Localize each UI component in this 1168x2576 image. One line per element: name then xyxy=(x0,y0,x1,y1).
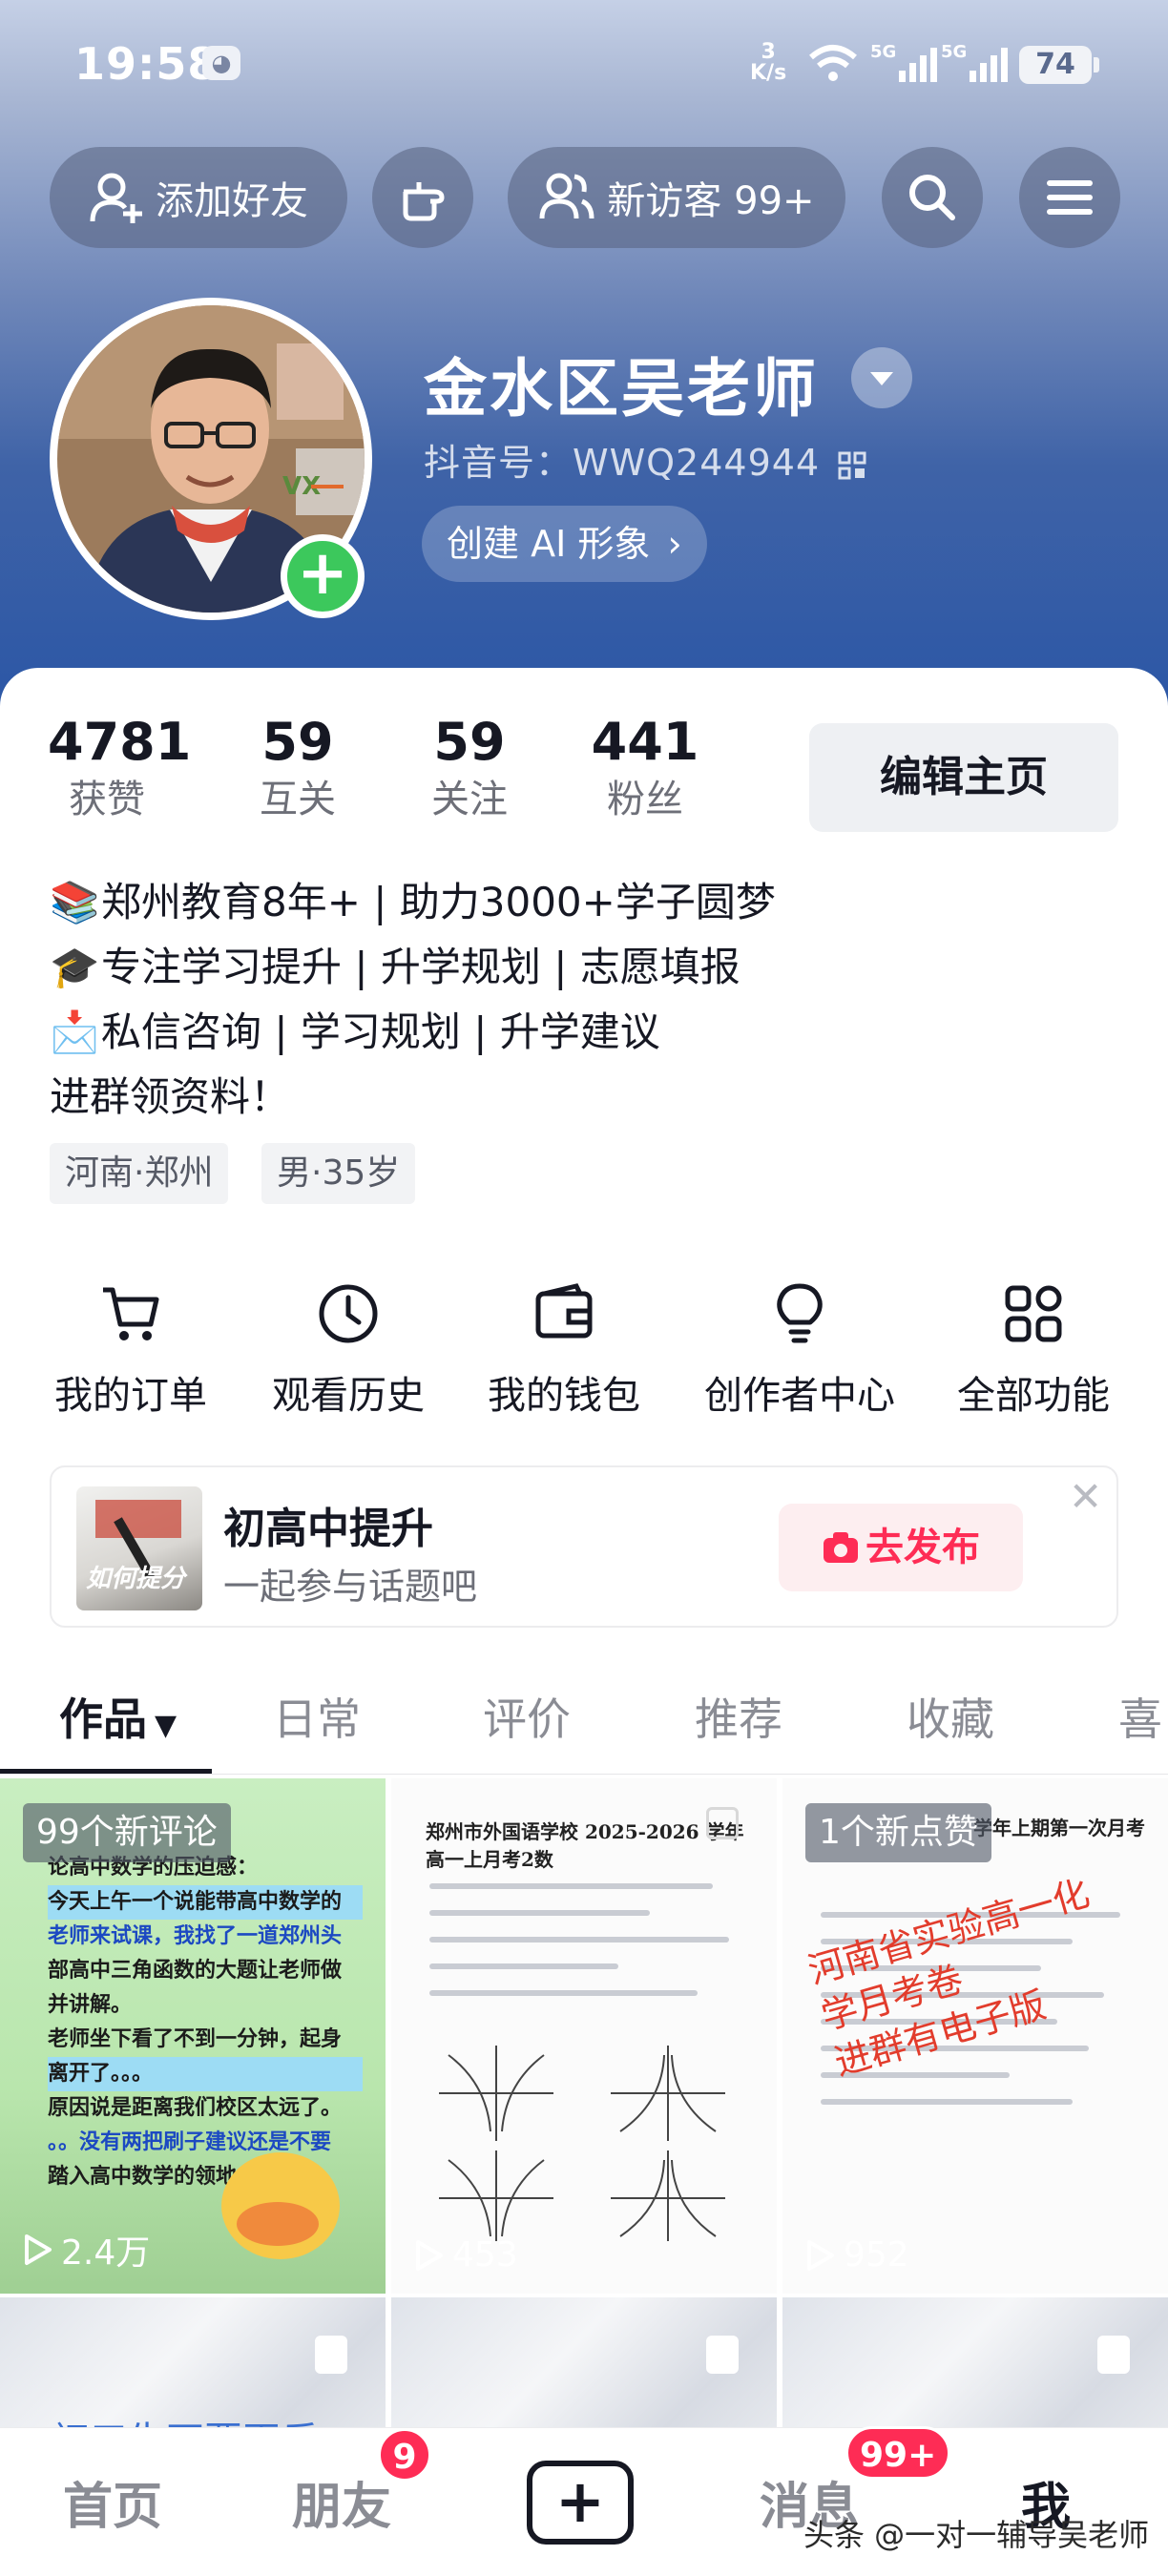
battery-indicator: 74 xyxy=(1019,46,1099,84)
books-icon: 📚 xyxy=(50,879,100,925)
add-avatar-button[interactable]: + xyxy=(281,534,365,618)
svg-text:5G: 5G xyxy=(870,42,896,62)
signal-5g-icon: 5G xyxy=(870,42,937,82)
nav-home[interactable]: 首页 xyxy=(63,2466,162,2538)
view-count: 453 xyxy=(412,2235,518,2275)
doc-icon xyxy=(706,2336,739,2374)
video-tile[interactable]: 论高中数学的压迫感： 今天上午一个说能带高中数学的 老师来试课，我找了一道郑州头… xyxy=(0,1778,386,2294)
status-bar: 19:58 ◕ 3 K/s 5G 5G 74 xyxy=(0,0,1168,134)
bio-line-2: 🎓专注学习提升 | 升学规划 | 志愿填报 xyxy=(50,939,740,996)
exam-doc-title: 学年上期第一次月考 xyxy=(973,1817,1145,1839)
creator-center-button[interactable]: 创作者中心 xyxy=(695,1280,905,1420)
menu-button[interactable] xyxy=(1019,147,1120,248)
qr-code-icon[interactable] xyxy=(838,451,866,480)
visitors-icon xyxy=(539,173,594,219)
wifi-icon xyxy=(809,45,857,81)
network-speed: 3 K/s xyxy=(750,40,787,85)
menu-icon xyxy=(1047,180,1093,215)
new-likes-badge: 1个新点赞 xyxy=(805,1803,991,1862)
topic-thumbnail: 如何提分 xyxy=(76,1486,202,1610)
all-functions-button[interactable]: 全部功能 xyxy=(945,1280,1122,1420)
exam-doc-title: 郑州市外国语学校 2025-2026 学年高一上月考2数 xyxy=(426,1820,744,1871)
close-icon[interactable]: ✕ xyxy=(1069,1473,1102,1520)
video-tile[interactable]: 学年上期第一次月考 河南省实验高一化 学月考卷 进群有电子版 1个新点赞 952 xyxy=(782,1778,1168,2294)
stat-followers[interactable]: 441 粉丝 xyxy=(586,712,704,826)
tab-recommend[interactable]: 推荐 xyxy=(695,1685,782,1748)
duck-emoji-sticker xyxy=(221,2152,340,2259)
topic-title: 初高中提升 xyxy=(223,1505,433,1553)
add-user-icon xyxy=(90,173,142,223)
chevron-right-icon: › xyxy=(667,523,682,565)
create-post-button[interactable]: + xyxy=(527,2461,634,2545)
graduation-cap-icon: 🎓 xyxy=(50,944,100,990)
add-friend-button[interactable]: 添加好友 xyxy=(50,147,347,248)
video-1-text: 论高中数学的压迫感： 今天上午一个说能带高中数学的 老师来试课，我找了一道郑州头… xyxy=(48,1851,363,2194)
function-graphs xyxy=(439,2046,725,2241)
topic-suggestion-card[interactable]: 如何提分 初高中提升 一起参与话题吧 去发布 ✕ xyxy=(50,1465,1118,1628)
nav-friends[interactable]: 朋友 xyxy=(292,2466,391,2538)
view-count: 952 xyxy=(803,2235,909,2275)
new-visitors-button[interactable]: 新访客 99+ xyxy=(508,147,845,248)
tab-reviews[interactable]: 评价 xyxy=(483,1685,571,1748)
topic-subtitle: 一起参与话题吧 xyxy=(223,1566,478,1608)
douyin-id-text: 抖音号：WWQ244944 xyxy=(424,442,821,484)
thumbnail-red-block xyxy=(95,1500,181,1538)
stat-likes[interactable]: 4781 获赞 xyxy=(48,712,191,826)
new-comments-badge: 99个新评论 xyxy=(23,1803,231,1862)
play-icon xyxy=(807,2239,834,2271)
notification-app-icon: ◕ xyxy=(202,46,240,80)
my-orders-button[interactable]: 我的订单 xyxy=(42,1280,219,1420)
view-count: 2.4万 xyxy=(21,2225,150,2275)
tab-divider xyxy=(0,1774,1168,1775)
play-icon xyxy=(25,2234,52,2265)
my-wallet-button[interactable]: 我的钱包 xyxy=(475,1280,653,1420)
profile-name: 金水区吴老师 xyxy=(424,352,819,426)
lightbulb-icon xyxy=(777,1283,823,1343)
edit-profile-button[interactable]: 编辑主页 xyxy=(809,723,1118,832)
tab-favorites[interactable]: 收藏 xyxy=(907,1685,994,1748)
douyin-id[interactable]: 抖音号：WWQ244944 xyxy=(424,433,866,486)
watch-history-button[interactable]: 观看历史 xyxy=(260,1280,437,1420)
messages-badge: 99+ xyxy=(845,2426,951,2480)
bio-line-3: 📩私信咨询 | 学习规划 | 升学建议 xyxy=(50,1004,660,1061)
exam-doc-lines xyxy=(429,1883,744,2017)
camera-icon xyxy=(824,1532,858,1563)
gender-age-tag: 男·35岁 xyxy=(261,1143,416,1204)
tab-daily[interactable]: 日常 xyxy=(273,1685,361,1748)
wallet-icon xyxy=(535,1283,593,1339)
play-icon xyxy=(416,2239,443,2271)
location-tag: 河南·郑州 xyxy=(50,1143,229,1204)
grid-icon xyxy=(1005,1285,1062,1342)
envelope-icon: 📩 xyxy=(50,1008,100,1055)
search-icon xyxy=(909,175,955,220)
multi-image-icon xyxy=(706,1807,739,1839)
tab-works[interactable]: 作品 ▼ xyxy=(59,1685,177,1748)
doc-icon xyxy=(315,2336,347,2374)
video-tile[interactable]: 郑州市外国语学校 2025-2026 学年高一上月考2数 453 xyxy=(391,1778,777,2294)
stat-following[interactable]: 59 关注 xyxy=(414,712,525,826)
create-ai-avatar-button[interactable]: 创建 AI 形象 › xyxy=(422,506,707,582)
bio-line-4: 进群领资料！ xyxy=(50,1073,291,1120)
status-time: 19:58 xyxy=(74,38,219,90)
publish-button[interactable]: 去发布 xyxy=(779,1504,1023,1591)
poke-button[interactable] xyxy=(372,147,473,248)
chevron-down-icon: ▼ xyxy=(155,1709,177,1742)
svg-text:5G: 5G xyxy=(941,42,967,62)
create-ai-avatar-label: 创建 AI 形象 xyxy=(447,523,651,565)
clock-icon xyxy=(319,1284,378,1343)
friends-badge: 9 xyxy=(378,2428,431,2482)
tab-likes[interactable]: 喜 xyxy=(1118,1685,1162,1748)
signal-5g-icon-2: 5G xyxy=(941,42,1008,82)
bio-line-1: 📚郑州教育8年+ | 助力3000+学子圆梦 xyxy=(50,874,776,931)
doc-icon xyxy=(1097,2336,1130,2374)
hand-pointer-icon xyxy=(403,182,445,221)
topic-thumbnail-text: 如何提分 xyxy=(86,1565,186,1593)
search-button[interactable] xyxy=(882,147,983,248)
cart-icon xyxy=(103,1287,159,1340)
watermark: 头条 @一对一辅导吴老师 xyxy=(803,2517,1150,2553)
stat-mutual[interactable]: 59 互关 xyxy=(242,712,353,826)
account-switch-icon[interactable] xyxy=(851,347,912,408)
